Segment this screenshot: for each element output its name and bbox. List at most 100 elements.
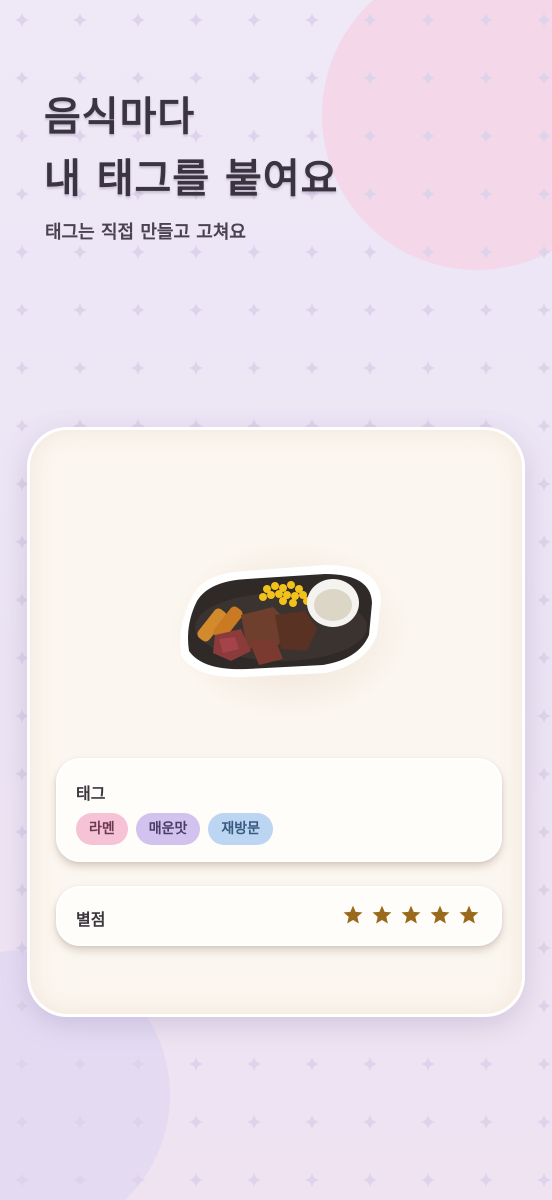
sparkle-icon xyxy=(537,709,551,723)
sparkle-icon xyxy=(363,71,377,85)
sparkle-icon xyxy=(421,71,435,85)
star-icon[interactable] xyxy=(429,904,451,926)
sparkle-icon xyxy=(15,71,29,85)
sparkle-icon xyxy=(15,129,29,143)
sparkle-icon xyxy=(537,941,551,955)
sparkle-icon xyxy=(73,1173,87,1187)
sparkle-icon xyxy=(421,1115,435,1129)
sparkle-icon xyxy=(421,13,435,27)
sparkle-icon xyxy=(15,303,29,317)
sparkle-icon xyxy=(537,419,551,433)
sparkle-icon xyxy=(537,1173,551,1187)
sparkle-icon xyxy=(421,1057,435,1071)
sparkle-icon xyxy=(479,129,493,143)
sparkle-icon xyxy=(421,361,435,375)
sparkle-icon xyxy=(421,187,435,201)
sparkle-icon xyxy=(363,1173,377,1187)
sparkle-icon xyxy=(73,1115,87,1129)
sparkle-icon xyxy=(305,361,319,375)
tag-chip[interactable]: 라멘 xyxy=(76,813,128,845)
sparkle-icon xyxy=(189,245,203,259)
sparkle-icon xyxy=(537,1115,551,1129)
star-icon[interactable] xyxy=(342,904,364,926)
sparkle-icon xyxy=(73,303,87,317)
sparkle-icon xyxy=(247,1057,261,1071)
title-line-2: 내 태그를 붙여요 xyxy=(44,156,339,202)
sparkle-icon xyxy=(189,71,203,85)
sparkle-icon xyxy=(73,1057,87,1071)
sparkle-icon xyxy=(15,419,29,433)
sparkle-icon xyxy=(189,1057,203,1071)
rating-panel-label: 별점 xyxy=(76,910,106,929)
sparkle-icon xyxy=(131,1115,145,1129)
sparkle-icon xyxy=(305,1115,319,1129)
sparkle-icon xyxy=(537,1057,551,1071)
sparkle-icon xyxy=(537,361,551,375)
sparkle-icon xyxy=(305,303,319,317)
sparkle-icon xyxy=(537,651,551,665)
sparkle-icon xyxy=(189,361,203,375)
star-icon[interactable] xyxy=(458,904,480,926)
sparkle-icon xyxy=(537,593,551,607)
sparkle-icon xyxy=(131,71,145,85)
sparkle-icon xyxy=(131,245,145,259)
steak-platter-image xyxy=(180,565,381,678)
sparkle-icon xyxy=(479,303,493,317)
sparkle-icon xyxy=(537,477,551,491)
star-icon[interactable] xyxy=(371,904,393,926)
sparkle-icon xyxy=(15,1173,29,1187)
sparkle-icon xyxy=(247,1173,261,1187)
tag-list: 라멘 매운맛 재방문 xyxy=(76,813,274,845)
sparkle-icon xyxy=(189,1173,203,1187)
star-rating[interactable] xyxy=(342,904,480,926)
sparkle-icon xyxy=(479,71,493,85)
sparkle-icon xyxy=(421,245,435,259)
sparkle-icon xyxy=(479,1115,493,1129)
sparkle-icon xyxy=(73,13,87,27)
tag-chip[interactable]: 재방문 xyxy=(208,813,274,845)
sparkle-icon xyxy=(15,187,29,201)
sparkle-icon xyxy=(421,1173,435,1187)
sparkle-icon xyxy=(305,1173,319,1187)
sparkle-icon xyxy=(247,1115,261,1129)
sparkle-icon xyxy=(247,361,261,375)
sparkle-icon xyxy=(537,245,551,259)
sparkle-icon xyxy=(363,13,377,27)
sparkle-icon xyxy=(189,13,203,27)
sparkle-icon xyxy=(479,1173,493,1187)
sparkle-icon xyxy=(479,1057,493,1071)
sparkle-icon xyxy=(73,71,87,85)
sparkle-icon xyxy=(305,1057,319,1071)
sparkle-icon xyxy=(247,13,261,27)
sparkle-icon xyxy=(363,1115,377,1129)
sparkle-icon xyxy=(537,187,551,201)
sparkle-icon xyxy=(363,245,377,259)
sparkle-icon xyxy=(15,361,29,375)
food-card: 태그 라멘 매운맛 재방문 별점 xyxy=(27,427,525,1017)
sparkle-icon xyxy=(421,129,435,143)
sparkle-icon xyxy=(537,883,551,897)
tag-chip[interactable]: 매운맛 xyxy=(135,813,201,845)
sparkle-icon xyxy=(537,129,551,143)
sparkle-icon xyxy=(247,303,261,317)
sparkle-icon xyxy=(363,187,377,201)
sparkle-icon xyxy=(15,1115,29,1129)
tag-panel[interactable]: 태그 라멘 매운맛 재방문 xyxy=(56,758,502,862)
sparkle-icon xyxy=(189,303,203,317)
page-subtitle: 태그는 직접 만들고 고쳐요 xyxy=(45,222,246,243)
sparkle-icon xyxy=(363,361,377,375)
sparkle-icon xyxy=(131,361,145,375)
sparkle-icon xyxy=(131,1057,145,1071)
sparkle-icon xyxy=(363,303,377,317)
star-icon[interactable] xyxy=(400,904,422,926)
sparkle-icon xyxy=(131,1173,145,1187)
sparkle-icon xyxy=(479,187,493,201)
sparkle-icon xyxy=(537,999,551,1013)
sparkle-icon xyxy=(131,303,145,317)
sparkle-icon xyxy=(537,825,551,839)
sparkle-icon xyxy=(15,245,29,259)
rating-panel: 별점 xyxy=(56,886,502,946)
title-line-1: 음식마다 xyxy=(44,94,196,140)
sparkle-icon xyxy=(305,245,319,259)
sparkle-icon xyxy=(247,71,261,85)
